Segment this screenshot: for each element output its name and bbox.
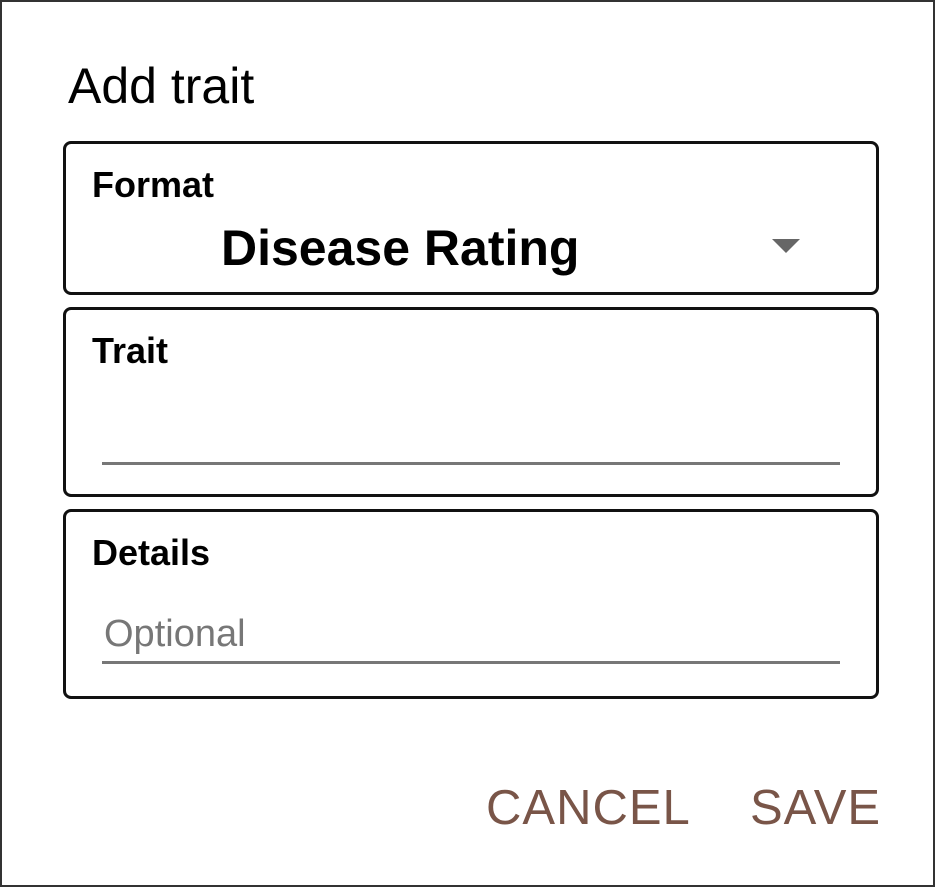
format-selected-value: Disease Rating [221,220,580,276]
cancel-button[interactable]: CANCEL [486,780,691,836]
dropdown-arrow-icon[interactable] [772,239,800,253]
add-trait-dialog: Add trait Format Disease Rating Trait De… [0,0,935,887]
details-input[interactable] [102,608,840,664]
trait-label: Trait [92,330,169,371]
details-field: Details [63,509,879,699]
details-label: Details [92,532,211,573]
format-field: Format Disease Rating [63,141,879,295]
format-dropdown[interactable]: Disease Rating [66,144,876,292]
trait-field: Trait [63,307,879,497]
dialog-title: Add trait [68,58,255,114]
save-button[interactable]: SAVE [750,780,881,836]
trait-input[interactable] [102,409,840,465]
